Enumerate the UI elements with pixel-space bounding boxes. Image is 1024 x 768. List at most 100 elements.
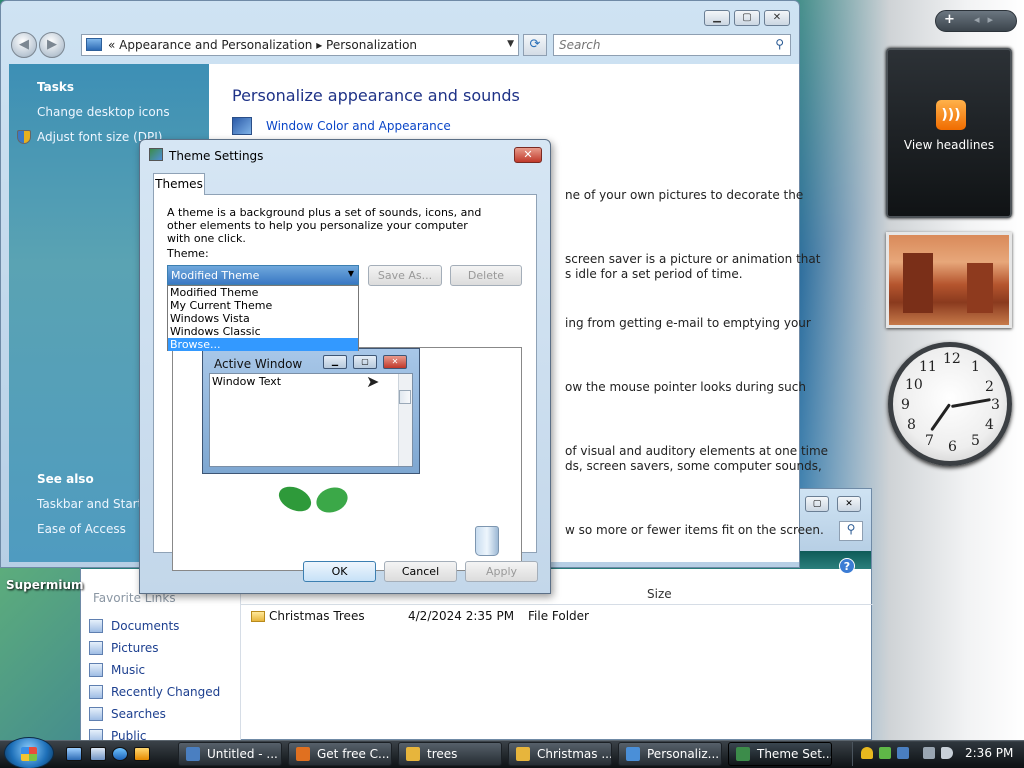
search-box[interactable]: ⚲ — [553, 34, 791, 56]
rss-gadget[interactable]: ))) View headlines — [886, 48, 1012, 218]
address-bar[interactable]: « Appearance and Personalization ▸ Perso… — [81, 34, 519, 56]
uac-shield-icon — [17, 130, 31, 144]
clock-number: 6 — [948, 439, 957, 455]
favorite-pictures[interactable]: Pictures — [111, 641, 159, 655]
internet-explorer-icon[interactable] — [112, 747, 128, 761]
app-tray-icon[interactable] — [897, 747, 909, 759]
ok-button[interactable]: OK — [303, 561, 376, 582]
desc-text: ds, screen savers, some computer sounds, — [565, 459, 822, 473]
checkmark-icon[interactable] — [879, 747, 891, 759]
column-size[interactable]: Size — [647, 587, 672, 601]
file-date: 4/2/2024 2:35 PM — [408, 609, 515, 623]
favorite-documents[interactable]: Documents — [111, 619, 179, 633]
security-shield-icon[interactable] — [861, 747, 873, 759]
maximize-icon[interactable]: ▢ — [805, 496, 829, 512]
theme-settings-dialog[interactable]: Theme Settings ✕ Themes A theme is a bac… — [139, 139, 551, 594]
desc-text: of visual and auditory elements at one t… — [565, 444, 829, 458]
hour-hand — [930, 403, 951, 432]
see-also-ease-of-access[interactable]: Ease of Access — [37, 522, 126, 536]
taskbar-button[interactable]: Get free C... — [288, 742, 392, 766]
taskbar-button[interactable]: trees — [398, 742, 502, 766]
theme-select[interactable]: Modified Theme ▼ — [167, 265, 359, 285]
page-title: Personalize appearance and sounds — [232, 86, 520, 105]
taskbar-button[interactable]: Personaliz... — [618, 742, 722, 766]
add-gadget-icon[interactable]: + — [944, 12, 955, 27]
clock-number: 9 — [901, 397, 910, 413]
music-icon — [89, 663, 103, 677]
maximize-icon: ▢ — [353, 355, 377, 369]
breadcrumb[interactable]: « Appearance and Personalization ▸ Perso… — [108, 38, 417, 52]
minimize-icon: ▁ — [323, 355, 347, 369]
scrollbar — [398, 374, 412, 466]
theme-option[interactable]: Windows Vista — [168, 312, 358, 325]
favorite-searches[interactable]: Searches — [111, 707, 166, 721]
search-input[interactable] — [559, 36, 759, 54]
close-icon[interactable]: ✕ — [764, 10, 790, 26]
theme-dropdown-list[interactable]: Modified Theme My Current Theme Windows … — [167, 285, 359, 351]
clock-number: 5 — [971, 433, 980, 449]
refresh-button[interactable]: ⟳ — [523, 34, 547, 56]
chevron-down-icon[interactable]: ▼ — [507, 39, 514, 49]
file-name: Christmas Trees — [269, 609, 365, 623]
taskbar-button[interactable]: Christmas ... — [508, 742, 612, 766]
gadget-nav-arrows-icon[interactable]: ◂▸ — [974, 13, 1001, 26]
control-panel-icon — [626, 747, 640, 761]
clock[interactable]: 2:36 PM — [965, 746, 1013, 760]
theme-option[interactable]: Modified Theme — [168, 286, 358, 299]
control-panel-icon — [86, 38, 102, 51]
task-change-desktop-icons[interactable]: Change desktop icons — [37, 105, 170, 119]
chevron-down-icon[interactable]: ▼ — [348, 269, 354, 278]
desc-text: screen saver is a picture or animation t… — [565, 252, 821, 266]
taskbar-button-active[interactable]: Theme Set... — [728, 742, 832, 766]
search-icon[interactable]: ⚲ — [839, 521, 863, 541]
minimize-icon[interactable]: ▁ — [704, 10, 730, 26]
theme-option[interactable]: Windows Classic — [168, 325, 358, 338]
theme-option[interactable]: My Current Theme — [168, 299, 358, 312]
save-as-button[interactable]: Save As... — [368, 265, 442, 286]
window-color-link[interactable]: Window Color and Appearance — [266, 119, 451, 133]
delete-button[interactable]: Delete — [450, 265, 522, 286]
taskbar-button-label: trees — [427, 747, 458, 761]
maximize-icon[interactable]: ▢ — [734, 10, 760, 26]
close-button[interactable]: ✕ — [514, 147, 542, 163]
help-icon[interactable]: ? — [839, 558, 855, 574]
clock-number: 1 — [971, 359, 980, 375]
clock-gadget[interactable]: 12 1 2 3 4 5 6 7 8 9 10 11 — [888, 342, 1012, 466]
recently-changed-icon — [89, 685, 103, 699]
preview-window-text: Window Text — [212, 375, 282, 388]
slideshow-gadget[interactable] — [886, 232, 1012, 328]
volume-icon[interactable] — [941, 747, 953, 759]
apply-button[interactable]: Apply — [465, 561, 538, 582]
tab-themes[interactable]: Themes — [153, 173, 205, 195]
forward-button[interactable]: ▶ — [39, 32, 65, 58]
recycle-bin-icon — [475, 526, 499, 556]
search-icon[interactable]: ⚲ — [775, 37, 784, 51]
favorite-music[interactable]: Music — [111, 663, 145, 677]
mesa-shape — [967, 263, 993, 313]
folder-icon — [516, 747, 530, 761]
favorite-recently-changed[interactable]: Recently Changed — [111, 685, 220, 699]
sidebar-controls[interactable]: + ◂▸ — [935, 10, 1017, 32]
table-row[interactable]: Christmas Trees 4/2/2024 2:35 PM File Fo… — [241, 607, 873, 627]
mouse-cursor-icon: ➤ — [366, 372, 380, 391]
file-type: File Folder — [528, 609, 589, 623]
taskbar-button[interactable]: Untitled - ... — [178, 742, 282, 766]
taskbar-button-label: Theme Set... — [757, 747, 832, 761]
preview-window-body: Window Text — [209, 373, 413, 467]
start-button[interactable] — [4, 737, 54, 768]
show-desktop-icon[interactable] — [66, 747, 82, 761]
cancel-button[interactable]: Cancel — [384, 561, 457, 582]
theme-select-value: Modified Theme — [171, 269, 260, 282]
notification-area: 2:36 PM — [852, 742, 1024, 766]
taskbar-button-label: Untitled - ... — [207, 747, 278, 761]
network-icon[interactable] — [923, 747, 935, 759]
switch-windows-icon[interactable] — [90, 747, 106, 761]
theme-icon — [149, 148, 163, 161]
desktop-icon-label[interactable]: Supermium — [6, 578, 84, 592]
see-also-heading: See also — [37, 472, 94, 486]
theme-option-browse[interactable]: Browse... — [168, 338, 358, 351]
close-icon[interactable]: ✕ — [837, 496, 861, 512]
back-button[interactable]: ◀ — [11, 32, 37, 58]
media-player-icon[interactable] — [134, 747, 150, 761]
clock-number: 2 — [985, 379, 994, 395]
